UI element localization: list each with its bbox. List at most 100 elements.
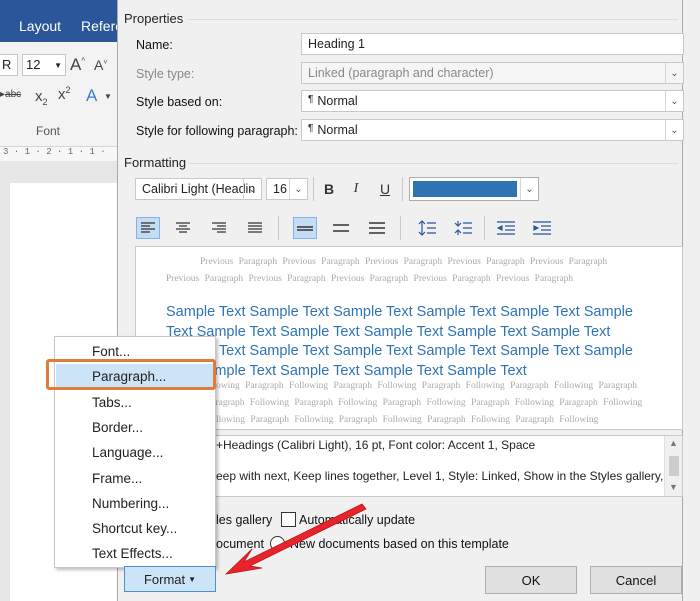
font-color-swatch <box>413 181 517 197</box>
bold-button[interactable]: B <box>317 178 341 200</box>
automatically-update-label: Automatically update <box>299 513 416 527</box>
style-description: +Headings (Calibri Light), 16 pt, Font c… <box>135 435 683 497</box>
format-menu-item[interactable]: Shortcut key... <box>56 516 214 541</box>
double-spacing-button[interactable] <box>365 217 389 239</box>
description-scrollbar[interactable]: ▲ ▼ <box>664 436 682 496</box>
add-to-styles-gallery-label: les gallery <box>216 513 273 527</box>
font-name-select[interactable]: R <box>0 54 18 76</box>
chevron-down-icon: ⌄ <box>665 120 683 140</box>
style-preview: Previous Paragraph Previous Paragraph Pr… <box>135 246 683 430</box>
increase-indent-button[interactable] <box>530 217 554 239</box>
single-spacing-icon <box>297 226 313 231</box>
chevron-down-icon: ▼ <box>54 61 62 70</box>
sample-text-line: Text Sample Text Sample Text Sample Text… <box>166 363 527 379</box>
align-center-button[interactable] <box>171 217 195 239</box>
increase-spacing-button[interactable] <box>415 217 439 239</box>
divider <box>400 216 401 240</box>
following-paragraph-text: ollowing Paragraph Following Paragraph F… <box>206 381 637 391</box>
font-size-select[interactable]: 12 ▼ <box>22 54 66 76</box>
format-menu-item[interactable]: Border... <box>56 415 214 440</box>
chevron-down-icon: ▼ <box>188 574 197 584</box>
divider <box>402 177 403 201</box>
subscript-icon[interactable]: x2 <box>35 88 48 107</box>
style-type-label: Style type: <box>136 67 195 81</box>
scroll-up-icon[interactable]: ▲ <box>669 438 678 448</box>
style-based-on-select[interactable]: ¶ Normal ⌄ <box>301 90 684 112</box>
decrease-spacing-button[interactable] <box>451 217 475 239</box>
description-line: eep with next, Keep lines together, Leve… <box>216 469 664 483</box>
chevron-down-icon: ⌄ <box>520 178 538 200</box>
style-based-on-label: Style based on: <box>136 95 223 109</box>
scroll-thumb[interactable] <box>669 456 679 476</box>
increase-indent-icon <box>533 221 551 235</box>
superscript-icon[interactable]: x2 <box>58 85 71 103</box>
chevron-down-icon: ⌄ <box>665 91 683 111</box>
paragraph-mark-icon: ¶ <box>308 123 314 134</box>
format-menu-item[interactable]: Numbering... <box>56 491 214 516</box>
justify-button[interactable] <box>243 217 267 239</box>
one-half-spacing-button[interactable] <box>329 217 353 239</box>
one-half-spacing-icon <box>333 224 349 232</box>
align-right-icon <box>212 222 226 233</box>
sample-text-line: Sample Text Sample Text Sample Text Samp… <box>166 304 633 320</box>
decrease-indent-button[interactable] <box>494 217 518 239</box>
style-type-value: Linked (paragraph and character) <box>308 66 494 80</box>
format-menu-item[interactable]: Text Effects... <box>56 541 214 566</box>
previous-paragraph-text: Previous Paragraph Previous Paragraph Pr… <box>200 257 608 267</box>
divider <box>188 19 678 20</box>
chevron-down-icon: ⌄ <box>289 179 307 199</box>
font-size-value: 16 <box>273 182 287 196</box>
grow-font-icon[interactable]: A^ <box>70 55 85 75</box>
new-documents-radio[interactable] <box>270 536 285 551</box>
font-size-value: 12 <box>26 57 41 72</box>
justify-icon <box>248 222 262 233</box>
decrease-indent-icon <box>497 221 515 235</box>
italic-button[interactable]: I <box>344 178 368 200</box>
following-style-select[interactable]: ¶ Normal ⌄ <box>301 119 684 141</box>
font-name-value: Calibri Light (Headin <box>142 182 256 196</box>
align-left-icon <box>141 222 155 233</box>
format-menu-item[interactable]: Language... <box>56 440 214 465</box>
formatting-group-label: Formatting <box>124 155 187 170</box>
properties-group-label: Properties <box>124 11 184 26</box>
following-style-value: Normal <box>317 123 358 137</box>
strikethrough-icon[interactable]: ▸abc <box>0 89 21 100</box>
name-label: Name: <box>136 38 173 52</box>
line-spacing-increase-icon <box>418 220 436 236</box>
align-right-button[interactable] <box>207 217 231 239</box>
format-button-label: Format <box>143 571 186 587</box>
divider <box>484 216 485 240</box>
format-menu-item[interactable]: Paragraph... <box>56 364 214 390</box>
following-paragraph-text: Paragraph Following Paragraph Following … <box>206 398 643 408</box>
underline-button[interactable]: U <box>373 178 397 200</box>
double-spacing-icon <box>369 222 385 234</box>
align-center-icon <box>176 222 190 233</box>
divider <box>278 216 279 240</box>
shrink-font-icon[interactable]: A˅ <box>94 57 107 73</box>
automatically-update-checkbox[interactable] <box>281 512 296 527</box>
following-paragraph-text: Following Paragraph Following Paragraph … <box>206 415 599 425</box>
format-menu-item[interactable]: Frame... <box>56 466 214 491</box>
format-menu-item[interactable]: Font... <box>56 339 214 364</box>
chevron-down-icon[interactable]: ▼ <box>104 92 112 101</box>
format-menu-item[interactable]: Tabs... <box>56 390 214 415</box>
font-size-select[interactable]: 16 ⌄ <box>266 178 308 200</box>
style-type-select: Linked (paragraph and character) ⌄ <box>301 62 684 84</box>
font-name-select[interactable]: Calibri Light (Headin ⌄ <box>135 178 262 200</box>
font-group-label: Font <box>36 124 61 138</box>
align-left-button[interactable] <box>136 217 160 239</box>
tab-layout[interactable]: Layout <box>19 18 61 34</box>
single-spacing-button[interactable] <box>293 217 317 239</box>
chevron-down-icon: ⌄ <box>243 179 261 199</box>
window-edge <box>683 0 700 601</box>
name-field[interactable]: Heading 1 <box>301 33 684 55</box>
text-effects-icon[interactable]: A <box>86 86 97 106</box>
word-ribbon-tabs: Layout Refere <box>0 0 123 42</box>
ruler: 3 · 1 · 2 · 1 · 1 · <box>0 147 118 161</box>
word-ribbon: R 12 ▼ A^ A˅ ▸abc x2 x2 A ▼ Font <box>0 42 118 147</box>
ok-button[interactable]: OK <box>485 566 577 594</box>
format-button[interactable]: Format ▼ <box>124 566 216 592</box>
cancel-button[interactable]: Cancel <box>590 566 682 594</box>
font-color-select[interactable]: ⌄ <box>409 177 539 201</box>
scroll-down-icon[interactable]: ▼ <box>669 482 678 492</box>
